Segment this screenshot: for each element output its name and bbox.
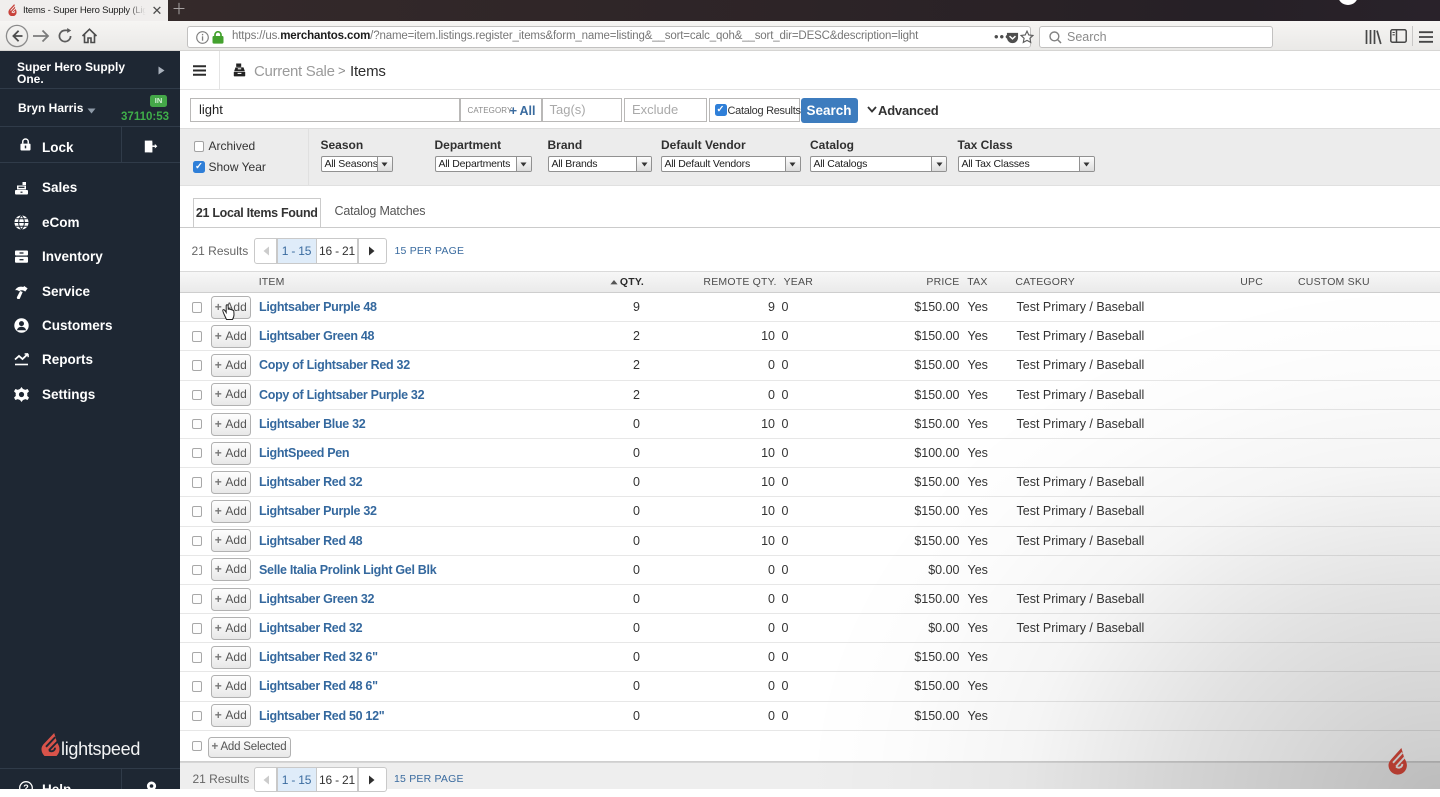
svg-text:?: ? [23, 783, 29, 793]
